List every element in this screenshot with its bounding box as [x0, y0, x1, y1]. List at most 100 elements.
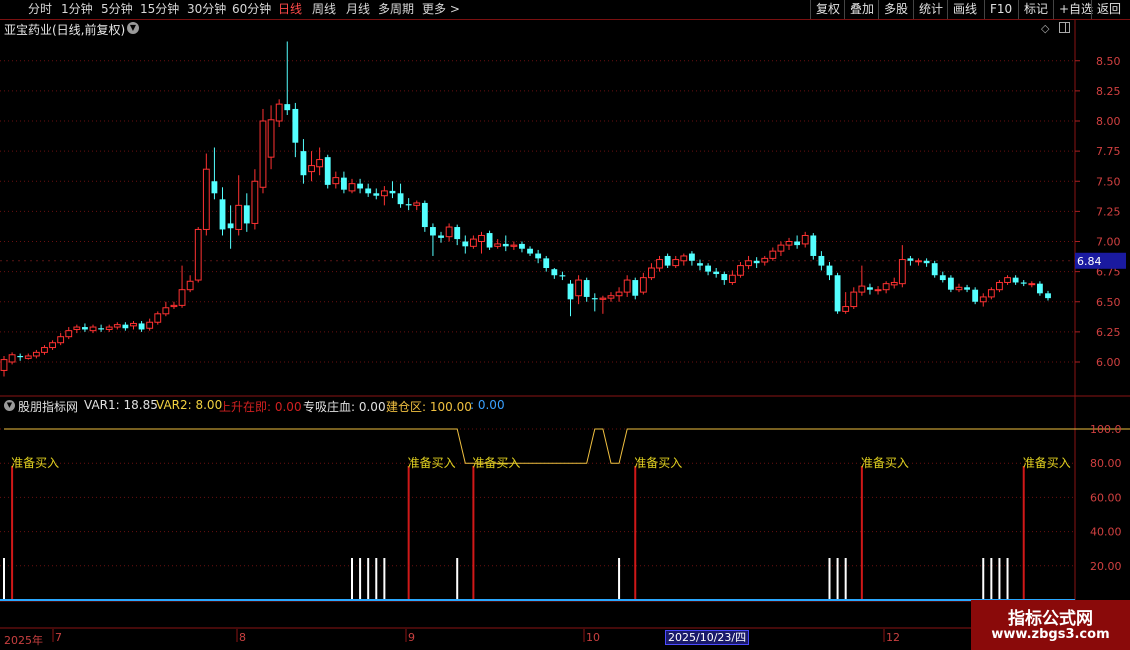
candle[interactable]	[373, 188, 380, 200]
candle[interactable]	[49, 340, 56, 350]
toolbar-button-3[interactable]: 统计	[913, 0, 948, 19]
candle[interactable]	[510, 241, 518, 250]
candle[interactable]	[753, 257, 760, 269]
period-6[interactable]: 日线	[278, 1, 302, 17]
candle[interactable]	[243, 193, 250, 232]
candle[interactable]	[867, 283, 873, 295]
candle[interactable]	[438, 231, 444, 243]
period-10[interactable]: 更多 >	[422, 1, 460, 17]
candle[interactable]	[41, 345, 48, 355]
candle[interactable]	[57, 333, 65, 346]
toolbar-button-5[interactable]: F10	[984, 0, 1017, 19]
toolbar-button-6[interactable]: 标记	[1018, 0, 1053, 19]
candle[interactable]	[794, 235, 801, 249]
toolbar-button-4[interactable]: 画线	[947, 0, 982, 19]
candle[interactable]	[801, 231, 809, 248]
candle[interactable]	[1012, 275, 1019, 285]
candle[interactable]	[98, 324, 105, 332]
candle[interactable]	[987, 287, 995, 300]
period-7[interactable]: 周线	[312, 1, 336, 17]
candle[interactable]	[73, 324, 81, 334]
candle[interactable]	[138, 321, 145, 332]
candle[interactable]	[332, 171, 340, 189]
candle[interactable]	[267, 105, 275, 170]
candle[interactable]	[1028, 281, 1036, 288]
candle[interactable]	[89, 324, 97, 334]
candle[interactable]	[17, 353, 24, 361]
candle[interactable]	[113, 322, 121, 330]
candle[interactable]	[469, 235, 477, 249]
candle[interactable]	[186, 275, 194, 293]
candle[interactable]	[583, 277, 590, 302]
candle[interactable]	[567, 280, 574, 317]
period-0[interactable]: 分时	[28, 1, 52, 17]
candle[interactable]	[421, 200, 428, 232]
candle[interactable]	[996, 280, 1003, 293]
candle[interactable]	[850, 287, 858, 309]
candle[interactable]	[130, 321, 137, 330]
candle[interactable]	[599, 295, 607, 314]
candle[interactable]	[235, 175, 243, 236]
candle[interactable]	[1045, 290, 1051, 301]
candle[interactable]	[737, 261, 744, 278]
candle[interactable]	[810, 233, 817, 260]
candle[interactable]	[122, 322, 129, 331]
candle[interactable]	[947, 275, 954, 293]
candle[interactable]	[194, 227, 202, 283]
period-1[interactable]: 1分钟	[61, 1, 93, 17]
candle[interactable]	[923, 258, 930, 267]
candle[interactable]	[413, 200, 421, 211]
candle[interactable]	[721, 271, 728, 285]
period-5[interactable]: 60分钟	[232, 1, 271, 17]
candle[interactable]	[939, 271, 946, 283]
candle[interactable]	[705, 263, 712, 276]
candle[interactable]	[777, 241, 785, 256]
candle[interactable]	[8, 352, 16, 365]
candle[interactable]	[32, 349, 40, 359]
candle[interactable]	[316, 147, 324, 176]
candle[interactable]	[486, 230, 493, 250]
candle[interactable]	[818, 251, 825, 271]
candle[interactable]	[874, 286, 882, 295]
candle[interactable]	[292, 102, 299, 158]
candle[interactable]	[907, 255, 914, 266]
candle[interactable]	[65, 327, 73, 340]
candle[interactable]	[979, 293, 987, 307]
candle[interactable]	[170, 301, 178, 309]
candle[interactable]	[607, 292, 615, 302]
candle[interactable]	[478, 231, 485, 254]
candle[interactable]	[931, 260, 938, 278]
candle[interactable]	[445, 223, 453, 242]
candle[interactable]	[656, 255, 663, 272]
period-3[interactable]: 15分钟	[140, 1, 179, 17]
candle[interactable]	[785, 237, 793, 250]
candle[interactable]	[972, 287, 979, 305]
candle[interactable]	[672, 255, 680, 269]
candle[interactable]	[559, 271, 566, 281]
kline-chart[interactable]: 准备买入准备买入准备买入准备买入准备买入准备买入准备买入 8.508.258.0…	[0, 0, 1130, 650]
candle[interactable]	[519, 241, 525, 253]
candle[interactable]	[502, 235, 509, 252]
candle[interactable]	[365, 183, 372, 197]
candle[interactable]	[24, 353, 32, 360]
toolbar-button-2[interactable]: 多股	[878, 0, 913, 19]
candle[interactable]	[769, 247, 777, 261]
candle[interactable]	[430, 223, 436, 256]
candle[interactable]	[575, 275, 583, 305]
candle[interactable]	[639, 272, 647, 295]
candle[interactable]	[348, 178, 356, 194]
candle[interactable]	[154, 311, 162, 325]
candle[interactable]	[357, 178, 364, 194]
candle[interactable]	[842, 292, 850, 314]
candle[interactable]	[146, 318, 154, 331]
candle[interactable]	[632, 277, 639, 300]
chevron-down-icon[interactable]: ▼	[127, 22, 139, 34]
candlestick-series[interactable]	[0, 41, 1051, 377]
candle[interactable]	[454, 224, 461, 246]
candle[interactable]	[834, 272, 841, 314]
candle[interactable]	[964, 284, 970, 293]
candle[interactable]	[0, 355, 8, 377]
candle[interactable]	[494, 239, 502, 249]
candle[interactable]	[591, 293, 598, 312]
candle[interactable]	[300, 139, 307, 184]
